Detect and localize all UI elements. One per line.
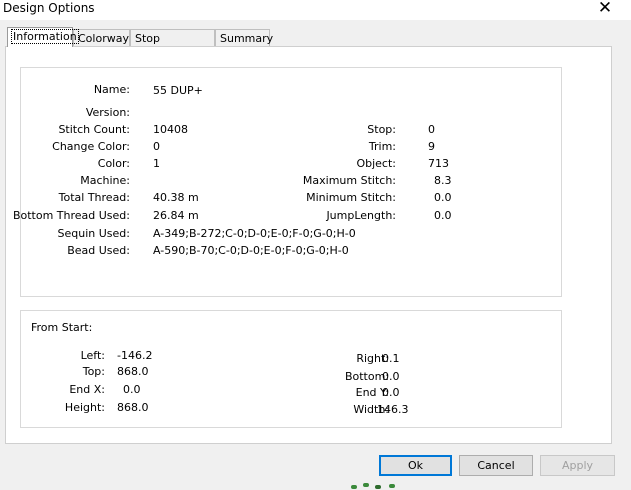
max-stitch-label: Maximum Stitch: [302,174,396,187]
dialog-body: Information Colorway Stop Sequence Summa… [0,20,631,490]
tab-stop-sequence[interactable]: Stop Sequence [130,29,215,62]
stitch-count-value: 10408 [153,123,188,136]
sequin-used-label: Sequin Used: [57,227,130,240]
tab-summary[interactable]: Summary [215,29,274,46]
width-value: 146.3 [377,403,409,416]
change-color-label: Change Color: [52,140,130,153]
max-stitch-value: 8.3 [434,174,452,187]
left-label: Left: [80,349,105,362]
total-thread-value: 40.38 m [153,191,199,204]
from-start-heading: From Start: [31,321,93,334]
background-embroidery-fragment [345,482,405,490]
left-value: -146.2 [117,349,153,362]
stop-label: Stop: [367,123,396,136]
machine-label: Machine: [80,174,130,187]
top-value: 868.0 [117,365,149,378]
top-label: Top: [82,365,105,378]
bead-used-label: Bead Used: [67,244,130,257]
height-value: 868.0 [117,401,149,414]
window-title: Design Options [3,1,95,15]
bottom-thread-value: 26.84 m [153,209,199,222]
info-group: Name: 55 DUP+ Version: Stitch Count: 104… [13,67,562,297]
jump-length-value: 0.0 [434,209,452,222]
min-stitch-value: 0.0 [434,191,452,204]
jump-length-label: JumpLength: [326,209,396,222]
total-thread-label: Total Thread: [58,191,130,204]
bottom-thread-label: Bottom Thread Used: [12,209,130,222]
cancel-button[interactable]: Cancel [459,455,533,476]
apply-button[interactable]: Apply [540,455,615,476]
ok-button[interactable]: Ok [379,455,452,476]
object-label: Object: [356,157,396,170]
object-value: 713 [428,157,449,170]
bottom-value: 0.0 [382,370,400,383]
height-label: Height: [64,401,105,414]
color-value: 1 [153,157,160,170]
tab-information[interactable]: Information [7,27,79,47]
sequin-used-value: A-349;B-272;C-0;D-0;E-0;F-0;G-0;H-0 [153,227,356,240]
tab-summary-label: Summary [220,32,274,45]
end-x-label: End X: [69,383,105,396]
tab-colorway-label: Colorway [78,32,129,45]
name-label: Name: [93,83,130,96]
stitch-count-label: Stitch Count: [58,123,130,136]
tab-information-label: Information [11,29,79,44]
end-y-value: 0.0 [382,386,400,399]
tab-colorway[interactable]: Colorway [73,29,130,46]
end-x-value: 0.0 [123,383,141,396]
from-start-group: From Start: Left: -146.2 Top: 868.0 End … [20,310,562,428]
bead-used-value: A-590;B-70;C-0;D-0;E-0;F-0;G-0;H-0 [153,244,349,257]
version-label: Version: [85,106,130,119]
trim-label: Trim: [368,140,396,153]
title-bar: Design Options ✕ [0,0,631,20]
change-color-value: 0 [153,140,160,153]
stop-value: 0 [428,123,435,136]
color-label: Color: [97,157,130,170]
close-icon[interactable]: ✕ [597,0,613,17]
right-value: 0.1 [382,352,400,365]
name-value: 55 DUP+ [153,84,203,97]
information-tab-page: Name: 55 DUP+ Version: Stitch Count: 104… [5,46,612,444]
trim-value: 9 [428,140,435,153]
min-stitch-label: Minimum Stitch: [306,191,396,204]
